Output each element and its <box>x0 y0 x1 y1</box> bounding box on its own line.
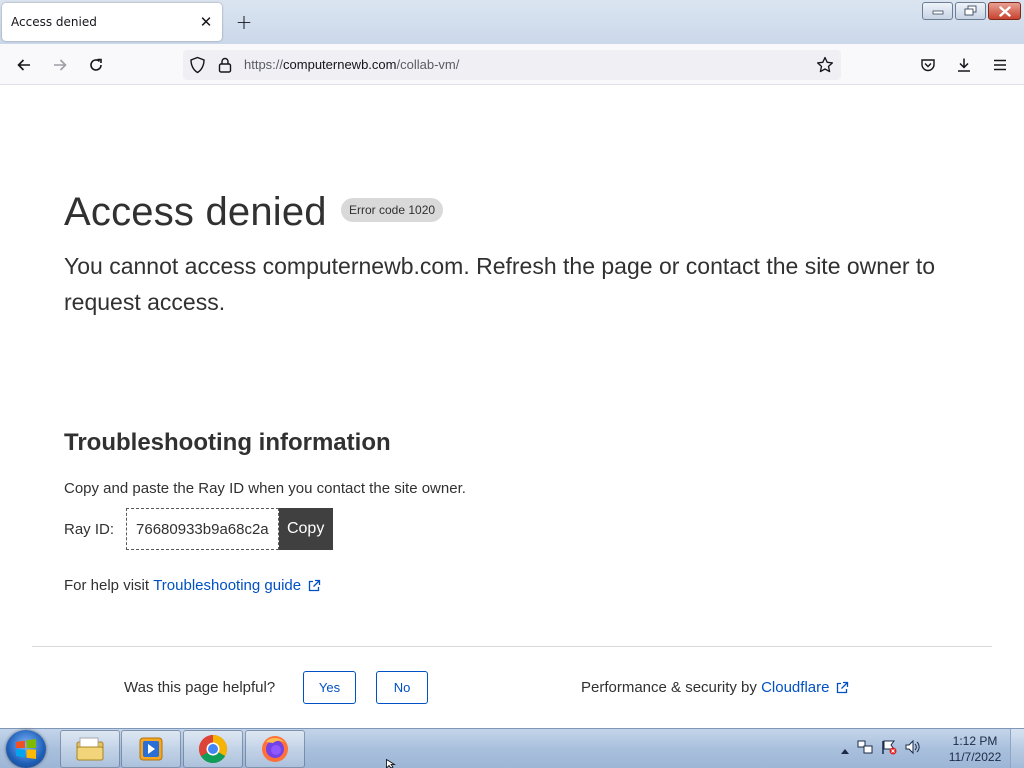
action-center-icon[interactable] <box>880 739 898 759</box>
app-menu-button[interactable] <box>987 52 1013 78</box>
minimize-button[interactable] <box>922 2 953 20</box>
taskbar-media-player[interactable] <box>121 730 181 768</box>
reload-button[interactable] <box>83 52 109 78</box>
taskbar: 1:12 PM 11/7/2022 <box>0 728 1024 768</box>
tab-title: Access denied <box>11 15 97 29</box>
ray-id-value[interactable]: 76680933b9a68c2a <box>126 508 279 550</box>
system-tray <box>840 729 922 768</box>
download-icon <box>958 58 970 72</box>
star-icon[interactable] <box>816 56 834 78</box>
show-desktop-button[interactable] <box>1010 729 1024 768</box>
help-prefix: For help visit <box>64 577 150 594</box>
forward-button[interactable] <box>47 52 73 78</box>
tab-close-icon[interactable]: ✕ <box>194 10 218 34</box>
forward-icon <box>54 59 67 71</box>
chrome-icon <box>199 735 227 763</box>
troubleshooting-guide-link[interactable]: Troubleshooting guide <box>153 577 301 594</box>
mouse-cursor-icon <box>386 759 396 768</box>
ray-id-row: Ray ID: 76680933b9a68c2a Copy <box>64 508 333 550</box>
address-bar[interactable]: https://computernewb.com/collab-vm/ <box>183 50 841 80</box>
footer-divider <box>32 646 992 647</box>
page-title: Access denied <box>64 190 327 234</box>
url-text[interactable]: https://computernewb.com/collab-vm/ <box>244 57 459 72</box>
copy-button[interactable]: Copy <box>278 508 333 550</box>
back-icon <box>17 59 30 71</box>
minimize-icon <box>932 10 943 15</box>
shield-icon[interactable] <box>189 56 206 78</box>
external-link-icon <box>307 579 321 593</box>
clock-date: 11/7/2022 <box>948 750 1002 764</box>
network-icon[interactable] <box>856 739 874 759</box>
clock[interactable]: 1:12 PM 11/7/2022 <box>940 733 1010 765</box>
external-link-icon <box>835 681 849 695</box>
close-icon <box>998 5 1011 17</box>
tab-strip: Access denied ✕ + <box>0 0 1024 44</box>
clock-time: 1:12 PM <box>952 734 998 748</box>
taskbar-firefox[interactable] <box>245 730 305 768</box>
lead-message: You cannot access computernewb.com. Refr… <box>64 253 936 315</box>
volume-icon[interactable] <box>904 739 922 759</box>
url-path: /collab-vm/ <box>396 57 460 72</box>
pocket-button[interactable] <box>915 52 941 78</box>
troubleshooting-heading: Troubleshooting information <box>64 429 391 456</box>
help-row: For help visit Troubleshooting guide <box>64 577 321 594</box>
back-button[interactable] <box>11 52 37 78</box>
downloads-button[interactable] <box>951 52 977 78</box>
show-hidden-icons-icon[interactable] <box>840 740 850 759</box>
navigation-toolbar: https://computernewb.com/collab-vm/ <box>0 44 1024 85</box>
windows-logo-icon <box>16 739 36 759</box>
url-host: computernewb.com <box>283 57 397 72</box>
feedback-question: Was this page helpful? <box>124 679 276 696</box>
close-window-button[interactable] <box>988 2 1021 20</box>
restore-icon <box>964 5 976 16</box>
taskbar-chrome[interactable] <box>183 730 243 768</box>
start-button[interactable] <box>6 730 46 768</box>
pocket-icon <box>921 59 935 72</box>
restore-button[interactable] <box>955 2 986 20</box>
error-code-badge: Error code 1020 <box>341 198 444 222</box>
feedback-yes-button[interactable]: Yes <box>303 671 356 704</box>
window-controls <box>922 2 1021 20</box>
performance-credit: Performance & security by Cloudflare <box>581 679 849 696</box>
url-scheme: https:// <box>244 57 284 72</box>
menu-icon <box>994 59 1006 71</box>
copy-hint-text: Copy and paste the Ray ID when you conta… <box>64 480 466 497</box>
perf-prefix: Performance & security by <box>581 679 757 696</box>
tab-access-denied[interactable]: Access denied ✕ <box>2 3 222 41</box>
cloudflare-link[interactable]: Cloudflare <box>761 679 829 696</box>
media-player-icon <box>139 737 163 761</box>
new-tab-button[interactable]: + <box>232 10 256 34</box>
feedback-no-button[interactable]: No <box>376 671 428 704</box>
firefox-icon <box>262 736 288 762</box>
taskbar-explorer[interactable] <box>60 730 120 768</box>
ray-id-label: Ray ID: <box>64 520 115 538</box>
page-content: Access denied Error code 1020 You cannot… <box>0 85 1024 728</box>
reload-icon <box>90 58 102 71</box>
explorer-icon <box>76 737 104 761</box>
lock-icon[interactable] <box>217 56 233 78</box>
